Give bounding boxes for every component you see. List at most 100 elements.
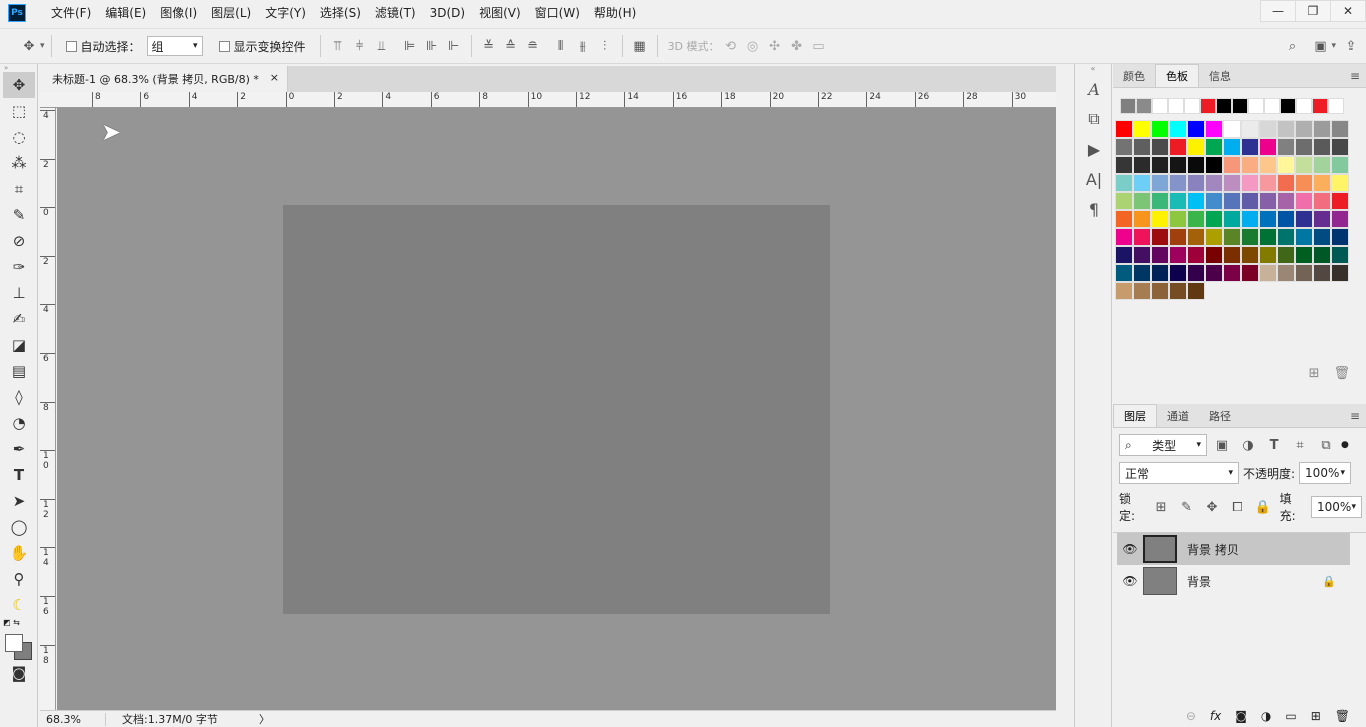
color-swatch[interactable] (1169, 282, 1187, 300)
layer-mask-icon[interactable]: ◙ (1235, 709, 1247, 723)
color-swatch[interactable] (1115, 138, 1133, 156)
recent-swatch[interactable] (1280, 98, 1296, 114)
color-swatch[interactable] (1151, 120, 1169, 138)
color-swatch[interactable] (1259, 156, 1277, 174)
color-swatch[interactable] (1169, 192, 1187, 210)
close-button[interactable]: ✕ (1330, 0, 1366, 22)
color-swatch[interactable] (1133, 282, 1151, 300)
pan-3d-icon[interactable]: ✣ (764, 35, 786, 57)
color-swatch[interactable] (1277, 120, 1295, 138)
quick-mask-icon[interactable]: ◙ (3, 660, 35, 686)
color-swatch[interactable] (1115, 120, 1133, 138)
pen-tool-icon[interactable]: ✒ (3, 436, 35, 462)
move-tool-icon[interactable]: ✥ (3, 72, 35, 98)
color-swatch[interactable] (1313, 264, 1331, 282)
lock-artboard-icon[interactable]: ⧠ (1227, 496, 1248, 518)
color-swatch[interactable] (1223, 156, 1241, 174)
color-swatch[interactable] (1241, 174, 1259, 192)
filter-shape-icon[interactable]: ⌗ (1289, 434, 1311, 456)
distribute-top-icon[interactable]: ≚ (478, 35, 500, 57)
color-swatch[interactable] (1169, 174, 1187, 192)
align-hcenter-icon[interactable]: ⊪ (421, 35, 443, 57)
auto-align-icon[interactable]: ▦ (629, 35, 651, 57)
color-swatch[interactable] (1115, 264, 1133, 282)
new-group-icon[interactable]: ▭ (1285, 709, 1296, 723)
color-swatch[interactable] (1205, 228, 1223, 246)
canvas-area[interactable]: ➤ (57, 108, 1056, 710)
color-swatch[interactable] (1313, 120, 1331, 138)
color-swatch[interactable] (1277, 246, 1295, 264)
foreground-color-swatch[interactable] (5, 634, 23, 652)
ellipse-tool-icon[interactable]: ◯ (3, 514, 35, 540)
color-swatch[interactable] (1331, 210, 1349, 228)
horizontal-ruler[interactable]: 8 6 4 2 0 2 4 6 8 10 12 14 16 18 20 22 24 26 28 30 (40, 92, 1056, 108)
color-swatch[interactable] (1241, 192, 1259, 210)
menu-item[interactable]: 窗口(W) (528, 0, 587, 26)
gradient-tool-icon[interactable]: ▤ (3, 358, 35, 384)
opacity-field[interactable]: 100% ▾ (1299, 462, 1352, 484)
color-swatch[interactable] (1241, 138, 1259, 156)
color-swatch[interactable] (1241, 228, 1259, 246)
color-swatch[interactable] (1205, 210, 1223, 228)
filter-image-icon[interactable]: ▣ (1211, 434, 1233, 456)
color-swatch[interactable] (1313, 228, 1331, 246)
recent-swatch[interactable] (1136, 98, 1152, 114)
distribute-right-icon[interactable]: ⫶ (594, 35, 616, 57)
color-swatch[interactable] (1151, 246, 1169, 264)
color-swatch[interactable] (1295, 228, 1313, 246)
color-swatch[interactable] (1187, 138, 1205, 156)
workspace-icon[interactable]: ▣ (1309, 35, 1331, 57)
panel-tab[interactable]: 色板 (1155, 64, 1199, 87)
color-swatch[interactable] (1133, 210, 1151, 228)
paragraph-icon[interactable]: ¶ (1075, 194, 1113, 224)
tool-preset-chevron-icon[interactable]: ▾ (40, 41, 45, 51)
close-tab-icon[interactable]: × (270, 71, 279, 84)
color-swatch[interactable] (1331, 156, 1349, 174)
color-swatch[interactable] (1187, 156, 1205, 174)
color-swatch[interactable] (1205, 246, 1223, 264)
color-swatch[interactable] (1205, 138, 1223, 156)
color-swatch[interactable] (1187, 210, 1205, 228)
distribute-hcenter-icon[interactable]: ⫵ (572, 35, 594, 57)
recent-swatch[interactable] (1216, 98, 1232, 114)
color-swatch[interactable] (1277, 192, 1295, 210)
align-right-icon[interactable]: ⊩ (443, 35, 465, 57)
color-swatch[interactable] (1277, 156, 1295, 174)
color-swatch[interactable] (1115, 210, 1133, 228)
color-swatch[interactable] (1133, 120, 1151, 138)
new-layer-icon[interactable]: ⊞ (1311, 709, 1321, 723)
color-swatch[interactable] (1187, 192, 1205, 210)
color-swatch[interactable] (1259, 210, 1277, 228)
color-swatch[interactable] (1187, 282, 1205, 300)
orbit-3d-icon[interactable]: ⟲ (720, 35, 742, 57)
show-transform-checkbox[interactable]: 显示变换控件 (218, 38, 306, 55)
color-swatch[interactable] (1151, 156, 1169, 174)
panel-tab[interactable]: 路径 (1199, 405, 1241, 427)
menu-item[interactable]: 编辑(E) (98, 0, 153, 26)
color-swatch[interactable] (1151, 282, 1169, 300)
panel-tab[interactable]: 通道 (1157, 405, 1199, 427)
color-swatch[interactable] (1133, 174, 1151, 192)
menu-item[interactable]: 选择(S) (313, 0, 368, 26)
filter-adjustment-icon[interactable]: ◑ (1237, 434, 1259, 456)
scale-3d-icon[interactable]: ▭ (808, 35, 830, 57)
share-icon[interactable]: ⇪ (1340, 35, 1362, 57)
color-swatch[interactable] (1205, 120, 1223, 138)
color-swatch[interactable] (1133, 156, 1151, 174)
color-swatch[interactable] (1151, 264, 1169, 282)
color-swatch[interactable] (1169, 246, 1187, 264)
color-swatch[interactable] (1169, 228, 1187, 246)
color-swatch[interactable] (1115, 246, 1133, 264)
menu-item[interactable]: 3D(D) (423, 0, 472, 26)
color-swatch[interactable] (1313, 210, 1331, 228)
hand-tool-icon[interactable]: ✋ (3, 540, 35, 566)
visibility-eye-icon[interactable]: 👁 (1117, 574, 1143, 588)
lock-pixels-icon[interactable]: ✎ (1176, 496, 1197, 518)
color-swatch[interactable] (1241, 210, 1259, 228)
color-swatch[interactable] (1331, 264, 1349, 282)
color-swatch[interactable] (1115, 192, 1133, 210)
color-swatch[interactable] (1259, 192, 1277, 210)
panel-tab[interactable]: 信息 (1199, 65, 1241, 87)
color-swatch[interactable] (1295, 210, 1313, 228)
color-swatch[interactable] (1169, 120, 1187, 138)
